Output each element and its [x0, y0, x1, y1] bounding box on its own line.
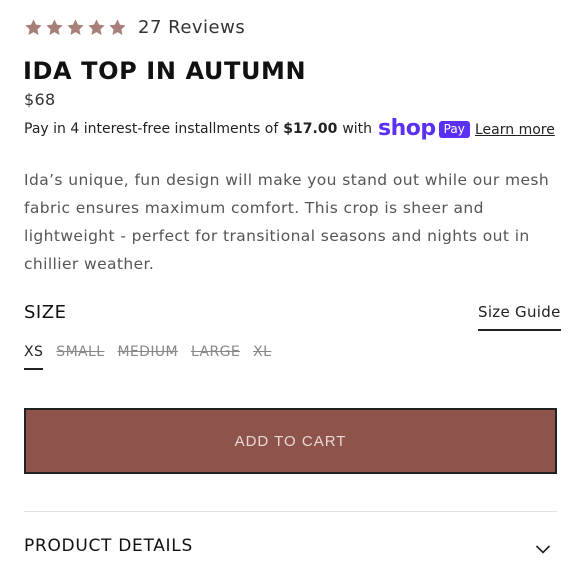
- size-guide-link[interactable]: Size Guide: [478, 303, 561, 331]
- product-details-accordion[interactable]: PRODUCT DETAILS: [24, 536, 557, 556]
- installments-info: Pay in 4 interest-free installments of $…: [24, 118, 470, 140]
- star-icon: [66, 18, 85, 37]
- size-options: XS SMALL MEDIUM LARGE XL: [24, 344, 284, 370]
- size-option-medium[interactable]: MEDIUM: [117, 344, 178, 370]
- star-icon: [87, 18, 106, 37]
- star-icon: [24, 18, 43, 37]
- reviews-count-link[interactable]: 27 Reviews: [138, 17, 245, 38]
- learn-more-link[interactable]: Learn more: [475, 122, 555, 138]
- size-label: SIZE: [24, 302, 67, 323]
- add-to-cart-button[interactable]: ADD TO CART: [24, 408, 557, 474]
- size-option-small[interactable]: SMALL: [56, 344, 104, 370]
- star-rating: [24, 18, 127, 37]
- size-option-large[interactable]: LARGE: [191, 344, 240, 370]
- star-icon: [108, 18, 127, 37]
- installments-suffix: with: [342, 121, 373, 137]
- rating-summary[interactable]: 27 Reviews: [24, 17, 245, 38]
- section-divider: [24, 511, 557, 512]
- product-title: IDA TOP IN AUTUMN: [23, 57, 307, 85]
- size-option-xl[interactable]: XL: [253, 344, 271, 370]
- product-description: Ida’s unique, fun design will make you s…: [24, 171, 550, 273]
- installments-prefix: Pay in 4 interest-free installments of: [24, 121, 279, 137]
- chevron-down-icon[interactable]: [535, 540, 551, 554]
- shop-pay-logo: shop: [378, 116, 436, 141]
- product-price: $68: [24, 90, 56, 109]
- size-option-xs[interactable]: XS: [24, 344, 44, 370]
- product-details-label: PRODUCT DETAILS: [24, 536, 193, 556]
- shop-pay-badge: Pay: [438, 120, 470, 138]
- star-icon: [45, 18, 64, 37]
- installment-amount: $17.00: [283, 121, 338, 137]
